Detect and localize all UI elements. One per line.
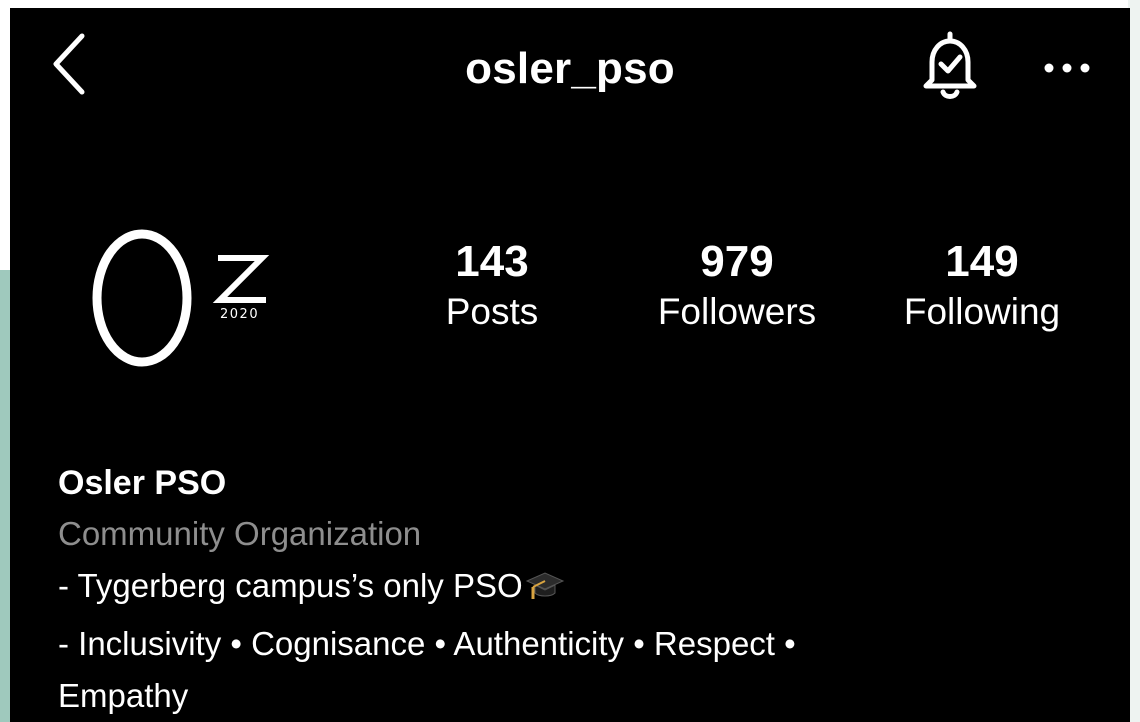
graduation-cap-icon [525, 566, 565, 618]
top-bar: osler_pso [10, 8, 1130, 138]
bio-line-1-text: - Tygerberg campus’s only PSO [58, 567, 523, 604]
bio-line-2: - Inclusivity • Cognisance • Authenticit… [58, 625, 796, 662]
profile-screen: osler_pso 2020 143 Posts 979 Followers 1… [10, 8, 1130, 722]
followers-count: 979 [700, 237, 774, 286]
ellipsis-icon[interactable] [1040, 58, 1094, 78]
posts-label: Posts [445, 291, 539, 332]
followers-stat[interactable]: 979 Followers [617, 236, 857, 336]
following-count: 149 [945, 237, 1019, 286]
following-label: Following [903, 291, 1061, 332]
bio-line-1: - Tygerberg campus’s only PSO [58, 560, 1108, 618]
bio-line-3: Empathy [58, 677, 189, 714]
following-stat[interactable]: 149 Following [862, 236, 1102, 336]
profile-category: Community Organization [58, 515, 422, 552]
profile-bio: Osler PSO Community Organization - Tyger… [58, 458, 1108, 722]
profile-avatar-logo[interactable]: 2020 [90, 218, 280, 368]
bell-check-icon[interactable] [918, 30, 982, 102]
posts-count: 143 [455, 237, 529, 286]
svg-text:2020: 2020 [220, 307, 259, 322]
posts-stat[interactable]: 143 Posts [372, 236, 612, 336]
display-name: Osler PSO [58, 464, 227, 502]
followers-label: Followers [657, 291, 817, 332]
